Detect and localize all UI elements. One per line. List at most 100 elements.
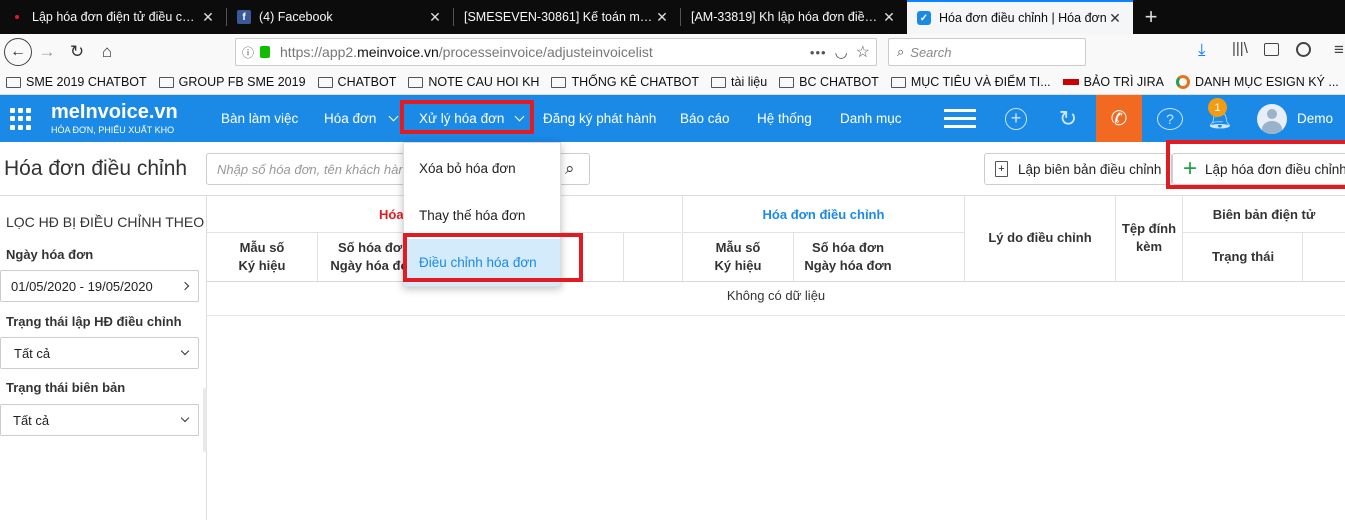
browser-tab-bar: Lập hóa đơn điện tử điều chỉnh ✕ f (4) F…	[0, 0, 1345, 34]
tab-title: (4) Facebook	[259, 10, 333, 24]
create-report-button[interactable]: + Lập biên bản điều chỉnh	[984, 153, 1173, 185]
create-adjust-invoice-button[interactable]: + Lập hóa đơn điều chỉnh	[1172, 153, 1345, 185]
bookmark-item[interactable]: GROUP FB SME 2019	[158, 75, 306, 89]
filter-sidebar: LỌC HĐ BỊ ĐIỀU CHỈNH THEO Ngày hóa đơn 0…	[0, 196, 207, 520]
tab-title: [AM-33819] Kh lập hóa đơn điều ch	[691, 10, 881, 24]
close-icon[interactable]: ✕	[200, 9, 216, 26]
col-report-status: Trạng thái	[1211, 249, 1275, 264]
report-status-value: Tất cả	[13, 412, 50, 428]
bookmark-item[interactable]: tài liệu	[711, 75, 767, 89]
menu-icon[interactable]: ≡	[1334, 40, 1344, 60]
chevron-down-icon	[388, 111, 399, 121]
folder-icon	[158, 76, 174, 88]
avatar[interactable]	[1256, 95, 1287, 142]
date-range-value: 01/05/2020 - 19/05/2020	[11, 278, 153, 294]
account-icon[interactable]	[1296, 42, 1311, 57]
reload-icon[interactable]: ↻	[62, 37, 92, 67]
meinvoice-favicon-icon: ✓	[917, 11, 931, 25]
date-range-field[interactable]: 01/05/2020 - 19/05/2020	[0, 270, 199, 302]
menu-item-cancel-invoice[interactable]: Xóa bỏ hóa đơn	[404, 145, 560, 192]
close-icon[interactable]: ✕	[654, 9, 670, 26]
menu-hoa-don[interactable]: Hóa đơn	[324, 95, 399, 142]
bookmark-item[interactable]: CHATBOT	[317, 75, 396, 89]
sidebar-icon[interactable]	[1264, 43, 1279, 56]
browser-tab[interactable]: f (4) Facebook ✕	[227, 0, 453, 34]
user-name[interactable]: Demo	[1297, 95, 1333, 142]
bookmark-label: GROUP FB SME 2019	[178, 75, 306, 89]
apps-grid-icon[interactable]	[10, 108, 32, 130]
bookmark-label: tài liệu	[731, 75, 768, 89]
back-icon[interactable]: ←	[4, 38, 32, 66]
status-label: Trạng thái lập HĐ điều chỉnh	[6, 314, 182, 329]
pocket-icon[interactable]: ◡	[835, 43, 848, 61]
close-icon[interactable]: ✕	[881, 9, 897, 26]
bookmark-item[interactable]: BẢO TRÌ JIRA	[1062, 75, 1164, 89]
phone-icon[interactable]: ✆	[1096, 95, 1142, 142]
menu-he-thong[interactable]: Hệ thống	[757, 95, 812, 142]
download-icon[interactable]: ⤓	[1198, 40, 1206, 60]
col-divider	[623, 233, 624, 281]
status-value: Tất cả	[14, 345, 51, 361]
tab-title: Hóa đơn điều chỉnh | Hóa đơn	[939, 11, 1107, 25]
forward-icon[interactable]: →	[32, 37, 62, 67]
bookmark-label: NOTE CAU HOI KH	[428, 75, 540, 89]
menu-xu-ly-hoa-don[interactable]: Xử lý hóa đơn	[419, 95, 525, 142]
report-status-select[interactable]: Tất cả	[0, 404, 199, 436]
tab-title: Lập hóa đơn điện tử điều chỉnh	[32, 10, 200, 24]
browser-tab[interactable]: [SMESEVEN-30861] Kế toán mong m ✕	[454, 0, 680, 34]
filter-title: LỌC HĐ BỊ ĐIỀU CHỈNH THEO	[6, 214, 205, 230]
bookmark-item[interactable]: BC CHATBOT	[779, 75, 879, 89]
menu-item-replace-invoice[interactable]: Thay thế hóa đơn	[404, 192, 560, 239]
bookmarks-bar: SME 2019 CHATBOT GROUP FB SME 2019 CHATB…	[0, 70, 1345, 95]
menu-label: Danh mục	[840, 111, 902, 126]
refresh-icon[interactable]: ↻	[1056, 95, 1080, 142]
bookmark-item[interactable]: THỐNG KÊ CHATBOT	[551, 75, 699, 89]
add-icon[interactable]: +	[1004, 95, 1028, 142]
col-divider	[317, 233, 318, 281]
col-reason: Lý do điều chỉnh	[988, 230, 1092, 245]
menu-dang-ky-phat-hanh[interactable]: Đăng ký phát hành	[543, 95, 656, 142]
browser-search[interactable]: ⌕ Search	[888, 38, 1086, 66]
bookmark-item[interactable]: SME 2019 CHATBOT	[6, 75, 147, 89]
menu-item-adjust-invoice[interactable]: Điều chỉnh hóa đơn	[404, 239, 560, 286]
close-icon[interactable]: ✕	[427, 9, 443, 26]
info-icon[interactable]: ⓘ	[242, 44, 254, 61]
more-icon[interactable]: •••	[810, 45, 827, 60]
close-icon[interactable]: ✕	[1107, 10, 1123, 27]
search-icon[interactable]: ⌕	[565, 159, 585, 179]
logo[interactable]: meInvoice.vn HÓA ĐƠN, PHIẾU XUẤT KHO	[51, 101, 178, 135]
help-icon[interactable]: ?	[1156, 95, 1184, 142]
button-label: Lập biên bản điều chỉnh	[1018, 161, 1162, 177]
bookmark-item[interactable]: MỤC TIÊU VÀ ĐIỂM TI...	[890, 75, 1051, 89]
group-original-invoice: Hóa	[379, 207, 404, 222]
menu-danh-muc[interactable]: Danh mục	[840, 95, 902, 142]
search-placeholder: Search	[910, 44, 952, 60]
app-header: meInvoice.vn HÓA ĐƠN, PHIẾU XUẤT KHO Bàn…	[0, 95, 1345, 142]
star-icon[interactable]: ☆	[856, 42, 870, 62]
col-adjust-number: Số hóa đơn Ngày hóa đơn	[793, 239, 903, 275]
button-label: Lập hóa đơn điều chỉnh	[1205, 161, 1345, 177]
empty-message: Không có dữ liệu	[726, 288, 826, 303]
url-bar[interactable]: ⓘ https://app2. meinvoice.vn/processeinvo…	[235, 38, 877, 66]
library-icon[interactable]: |||\	[1232, 40, 1248, 57]
url-domain: meinvoice.vn	[357, 44, 439, 60]
plus-icon: +	[1183, 155, 1198, 182]
chevron-down-icon	[180, 413, 190, 423]
bookmark-item[interactable]: DANH MỤC ESIGN KÝ ...	[1176, 75, 1339, 89]
bookmark-label: DANH MỤC ESIGN KÝ ...	[1195, 75, 1339, 89]
menu-bao-cao[interactable]: Báo cáo	[680, 95, 730, 142]
status-select[interactable]: Tất cả	[0, 337, 199, 369]
hamburger-icon[interactable]	[943, 95, 977, 142]
col-attachment-line1: Tệp đính	[1121, 221, 1177, 236]
folder-icon	[551, 76, 567, 88]
menu-ban-lam-viec[interactable]: Bàn làm việc	[221, 95, 298, 142]
browser-tab-active[interactable]: ✓ Hóa đơn điều chỉnh | Hóa đơn ✕	[907, 0, 1133, 34]
browser-nav-bar: ← → ↻ ⌂ ⓘ https://app2. meinvoice.vn/proc…	[0, 34, 1345, 70]
new-tab-icon[interactable]: +	[1133, 0, 1169, 34]
page-toolbar: Hóa đơn điều chỉnh Nhập số hóa đơn, tên …	[0, 142, 1345, 196]
browser-tab[interactable]: Lập hóa đơn điện tử điều chỉnh ✕	[0, 0, 226, 34]
home-icon[interactable]: ⌂	[92, 37, 122, 67]
browser-tab[interactable]: [AM-33819] Kh lập hóa đơn điều ch ✕	[681, 0, 907, 34]
bookmark-item[interactable]: NOTE CAU HOI KH	[408, 75, 539, 89]
page-title: Hóa đơn điều chỉnh	[4, 157, 188, 180]
